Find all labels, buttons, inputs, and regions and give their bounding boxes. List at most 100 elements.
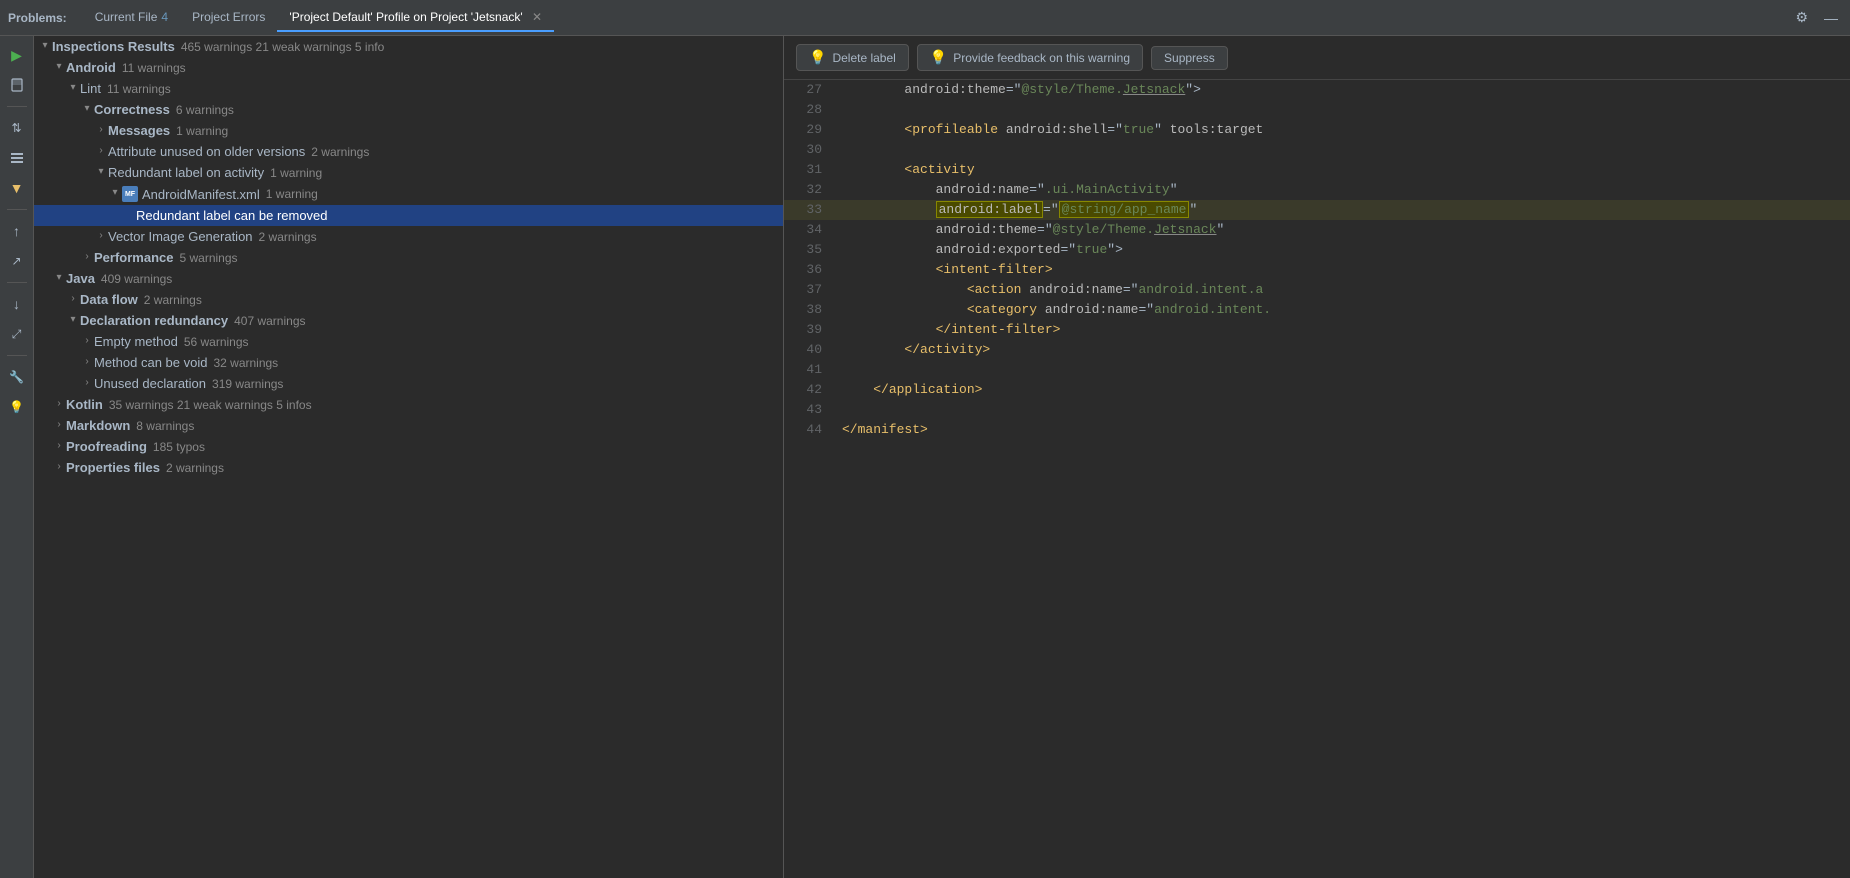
- list-item[interactable]: Inspections Results 465 warnings 21 weak…: [34, 36, 783, 57]
- list-item[interactable]: Redundant label can be removed: [34, 205, 783, 226]
- tab-project-errors[interactable]: Project Errors: [180, 4, 277, 32]
- toolbar-separator-4: [7, 355, 27, 356]
- item-label: Empty method: [94, 334, 178, 349]
- file-icon: MF: [122, 186, 138, 202]
- line-number: 29: [784, 120, 834, 140]
- line-number: 32: [784, 180, 834, 200]
- line-content: android:label="@string/app_name": [834, 200, 1850, 220]
- bulb-button[interactable]: 💡: [4, 394, 30, 420]
- code-panel: 💡 Delete label 💡 Provide feedback on thi…: [784, 36, 1850, 878]
- expand-arrow[interactable]: [80, 356, 94, 370]
- item-label: Kotlin: [66, 397, 103, 412]
- delete-label-button[interactable]: 💡 Delete label: [796, 44, 909, 71]
- item-label: Android: [66, 60, 116, 75]
- wrench-button[interactable]: 🔧: [4, 364, 30, 390]
- line-number: 33: [784, 200, 834, 220]
- item-label: Java: [66, 271, 95, 286]
- expand-arrow[interactable]: [52, 398, 66, 412]
- minimize-icon[interactable]: —: [1820, 8, 1842, 28]
- code-line-43: 43: [784, 400, 1850, 420]
- item-count: 409 warnings: [101, 272, 172, 286]
- list-item[interactable]: Kotlin 35 warnings 21 weak warnings 5 in…: [34, 394, 783, 415]
- line-content: [834, 100, 1850, 120]
- tab-bar-icons: ⚙ —: [1791, 7, 1842, 28]
- item-label: Proofreading: [66, 439, 147, 454]
- expand-arrow[interactable]: [94, 124, 108, 138]
- tab-current-file-count: 4: [161, 10, 168, 24]
- list-item[interactable]: Java 409 warnings: [34, 268, 783, 289]
- expand-arrow[interactable]: [94, 166, 108, 180]
- expand-arrow[interactable]: [52, 61, 66, 75]
- line-number: 36: [784, 260, 834, 280]
- line-content: <category android:name="android.intent.: [834, 300, 1850, 320]
- tab-close-icon[interactable]: ✕: [532, 10, 542, 24]
- list-item[interactable]: MF AndroidManifest.xml 1 warning: [34, 183, 783, 205]
- code-line-34: 34 android:theme="@style/Theme.Jetsnack": [784, 220, 1850, 240]
- feedback-button[interactable]: 💡 Provide feedback on this warning: [917, 44, 1143, 71]
- feedback-text: Provide feedback on this warning: [953, 51, 1130, 65]
- expand-arrow[interactable]: [80, 251, 94, 265]
- tab-project-default[interactable]: 'Project Default' Profile on Project 'Je…: [277, 4, 554, 32]
- item-count: 11 warnings: [122, 61, 186, 75]
- expand-arrow[interactable]: [94, 145, 108, 159]
- list-item[interactable]: Attribute unused on older versions 2 war…: [34, 141, 783, 162]
- expand-arrow[interactable]: [52, 419, 66, 433]
- list-item[interactable]: Redundant label on activity 1 warning: [34, 162, 783, 183]
- bookmark-button[interactable]: [4, 72, 30, 98]
- item-count: 8 warnings: [136, 419, 194, 433]
- code-view[interactable]: 27 android:theme="@style/Theme.Jetsnack"…: [784, 80, 1850, 878]
- line-content: [834, 360, 1850, 380]
- expand-arrow[interactable]: [38, 40, 52, 54]
- list-item[interactable]: Method can be void 32 warnings: [34, 352, 783, 373]
- expand-arrow[interactable]: [66, 314, 80, 328]
- item-count: 319 warnings: [212, 377, 283, 391]
- export-button[interactable]: ↗: [4, 248, 30, 274]
- sort-alpha-button[interactable]: ⇅: [4, 115, 30, 141]
- list-item[interactable]: Proofreading 185 typos: [34, 436, 783, 457]
- list-item[interactable]: Empty method 56 warnings: [34, 331, 783, 352]
- list-item[interactable]: Declaration redundancy 407 warnings: [34, 310, 783, 331]
- suppress-button[interactable]: Suppress: [1151, 46, 1228, 70]
- list-item[interactable]: Unused declaration 319 warnings: [34, 373, 783, 394]
- delete-label-text: Delete label: [832, 51, 895, 65]
- line-number: 38: [784, 300, 834, 320]
- expand-arrow-empty: [122, 209, 136, 223]
- line-number: 28: [784, 100, 834, 120]
- expand-arrow[interactable]: [66, 293, 80, 307]
- list-item[interactable]: Lint 11 warnings: [34, 78, 783, 99]
- down-button[interactable]: ↓: [4, 291, 30, 317]
- list-item[interactable]: Messages 1 warning: [34, 120, 783, 141]
- code-line-44: 44 </manifest>: [784, 420, 1850, 440]
- list-item[interactable]: Markdown 8 warnings: [34, 415, 783, 436]
- list-item[interactable]: Android 11 warnings: [34, 57, 783, 78]
- settings-icon[interactable]: ⚙: [1791, 7, 1812, 28]
- list-item[interactable]: Data flow 2 warnings: [34, 289, 783, 310]
- item-count: 1 warning: [270, 166, 322, 180]
- expand-arrow[interactable]: [80, 103, 94, 117]
- list-item[interactable]: Correctness 6 warnings: [34, 99, 783, 120]
- code-line-31: 31 <activity: [784, 160, 1850, 180]
- list-item[interactable]: Properties files 2 warnings: [34, 457, 783, 478]
- expand-arrow[interactable]: [80, 335, 94, 349]
- line-content: android:theme="@style/Theme.Jetsnack">: [834, 80, 1850, 100]
- expand-arrow[interactable]: [94, 230, 108, 244]
- expand-arrow[interactable]: [108, 187, 122, 201]
- up-button[interactable]: ↑: [4, 218, 30, 244]
- line-number: 39: [784, 320, 834, 340]
- expand-arrow[interactable]: [66, 82, 80, 96]
- item-count: 1 warning: [176, 124, 228, 138]
- tab-current-file[interactable]: Current File4: [83, 4, 180, 32]
- expand-arrow[interactable]: [80, 377, 94, 391]
- bulb-icon: 💡: [809, 49, 826, 66]
- tree-panel: Inspections Results 465 warnings 21 weak…: [34, 36, 784, 878]
- expand-button[interactable]: ⤢: [4, 321, 30, 347]
- list-item[interactable]: Performance 5 warnings: [34, 247, 783, 268]
- filter-button[interactable]: ▼: [4, 175, 30, 201]
- code-line-37: 37 <action android:name="android.intent.…: [784, 280, 1850, 300]
- expand-arrow[interactable]: [52, 440, 66, 454]
- run-button[interactable]: ▶: [4, 42, 30, 68]
- expand-arrow[interactable]: [52, 461, 66, 475]
- list-item[interactable]: Vector Image Generation 2 warnings: [34, 226, 783, 247]
- expand-arrow[interactable]: [52, 272, 66, 286]
- group-button[interactable]: [4, 145, 30, 171]
